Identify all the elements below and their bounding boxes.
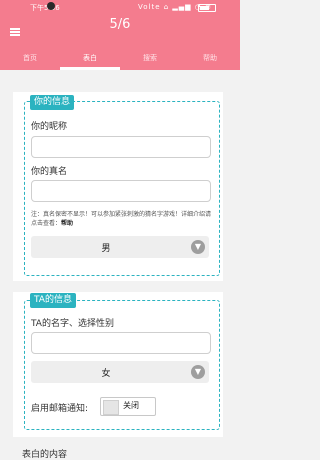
ta-name-input[interactable] [31,332,211,354]
email-toggle-text: 关闭 [123,401,139,410]
tab-bar: 首页 表白 搜索 帮助 [0,48,240,70]
record-indicator-icon [47,2,55,10]
tab-search[interactable]: 搜索 [120,53,180,63]
battery-icon [198,4,216,12]
page-counter: 5/6 [109,17,131,32]
tab-home[interactable]: 首页 [0,53,60,63]
ta-gender-value: 女 [101,369,111,379]
menu-icon[interactable] [10,28,20,36]
help-link[interactable]: 帮助 [61,220,73,227]
real-name-label: 你的真名 [31,167,68,177]
ta-info-section-label: TA的信息 [30,293,76,308]
nickname-label: 你的昵称 [31,122,68,132]
tab-confess[interactable]: 表白 [60,53,120,63]
chevron-down-icon: ▼ [191,365,205,379]
your-info-section-label: 你的信息 [30,95,75,110]
status-bar: 下午5:36 Volte ⌂ ▂▄▆ ◔ ≋ [0,0,240,14]
your-gender-select[interactable]: 男 ▼ [31,236,209,258]
confession-content-label: 表白的内容 [22,450,68,460]
chevron-down-icon: ▼ [191,240,205,254]
privacy-note-text: 注：真名保密不显示！可以参加紧张刺激的猜名字游戏！详细介绍请点击查看： [31,211,212,227]
your-gender-value: 男 [101,244,111,254]
ta-gender-select[interactable]: 女 ▼ [31,361,209,383]
email-notify-toggle[interactable]: 关闭 [100,397,156,416]
privacy-note: 注：真名保密不显示！可以参加紧张刺激的猜名字游戏！详细介绍请点击查看：帮助 [31,210,213,228]
status-time: 下午5:36 [30,4,60,12]
real-name-input[interactable] [31,180,211,202]
nickname-input[interactable] [31,136,211,158]
email-notify-label: 启用邮箱通知: [31,404,89,414]
toggle-knob [103,400,119,415]
ta-name-gender-label: TA的名字、选择性别 [31,319,114,329]
tab-help[interactable]: 帮助 [180,53,240,63]
